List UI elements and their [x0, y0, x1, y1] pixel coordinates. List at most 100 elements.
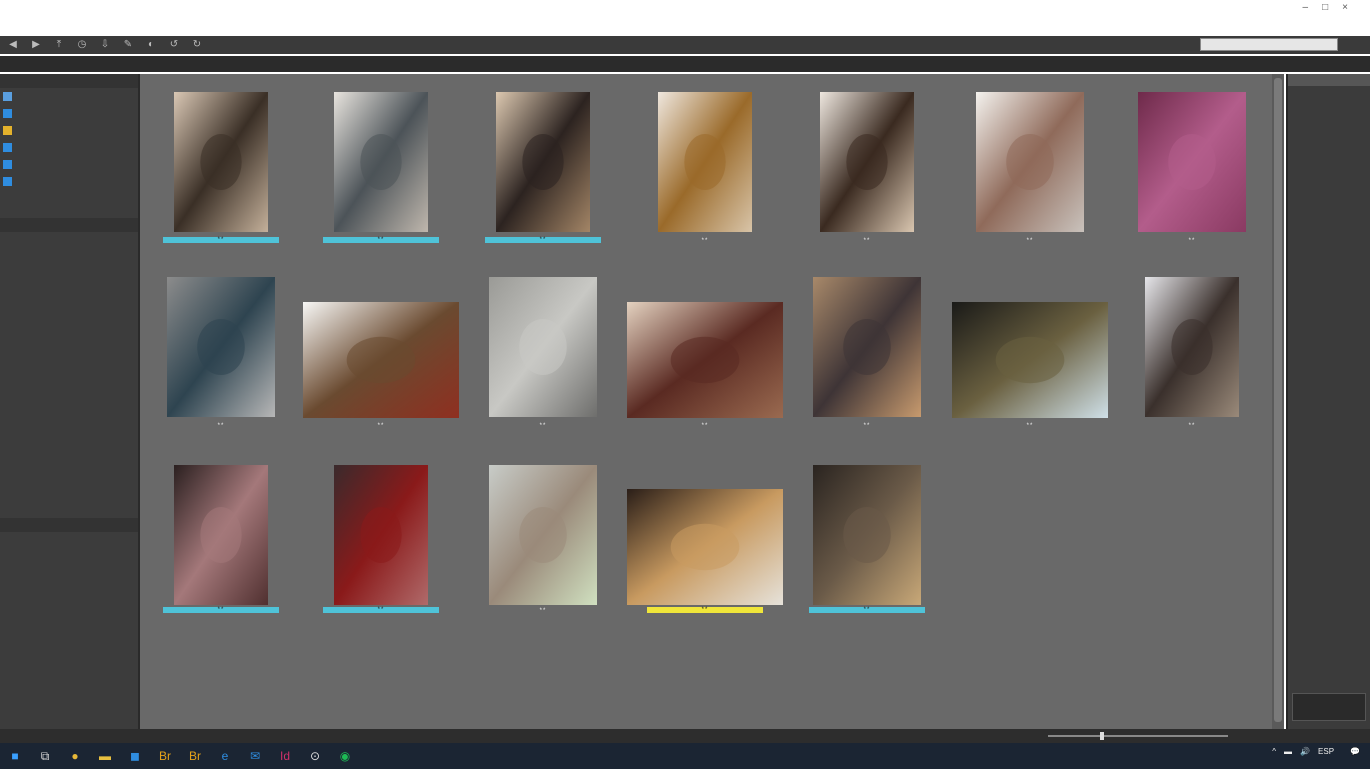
forward-icon[interactable]: ▶: [29, 39, 43, 51]
tray-item[interactable]: ^: [1272, 747, 1276, 756]
rating-stars[interactable]: **: [847, 423, 887, 429]
rating-stars[interactable]: **: [201, 237, 241, 243]
photo-thumbnail[interactable]: [813, 465, 921, 605]
photo-thumbnail[interactable]: [489, 277, 597, 417]
photo-thumbnail[interactable]: [658, 92, 752, 232]
path-bar: [0, 56, 1370, 72]
panel-tabs: [0, 74, 138, 88]
photo-thumbnail[interactable]: [1145, 277, 1239, 417]
content-scrollbar[interactable]: [1272, 74, 1284, 729]
rating-stars[interactable]: **: [685, 423, 725, 429]
folder-icon: [3, 92, 12, 101]
slider-knob[interactable]: [1100, 732, 1104, 740]
photo-thumbnail[interactable]: [334, 92, 428, 232]
file-explorer-icon[interactable]: ▬: [96, 748, 114, 764]
spotify-icon[interactable]: ◉: [336, 748, 354, 764]
chrome-icon[interactable]: ●: [66, 748, 84, 764]
rating-stars[interactable]: **: [201, 607, 241, 613]
rating-stars[interactable]: **: [685, 607, 725, 613]
thumbnail-size-slider[interactable]: [1048, 732, 1228, 740]
bridge-icon[interactable]: Br: [156, 748, 174, 764]
maximize-button[interactable]: □: [1322, 2, 1342, 13]
rotate-left-icon[interactable]: ↺: [167, 39, 181, 51]
close-button[interactable]: ×: [1342, 2, 1362, 13]
tray-item[interactable]: ▬: [1284, 747, 1292, 756]
folder-icon: [3, 109, 12, 118]
media-icon[interactable]: ⊙: [306, 748, 324, 764]
rating-stars[interactable]: **: [1010, 238, 1050, 244]
rating-stars[interactable]: **: [1172, 238, 1212, 244]
recent-icon[interactable]: ◷: [75, 39, 89, 51]
rating-stars[interactable]: **: [523, 237, 563, 243]
windows-start-icon[interactable]: ■: [6, 748, 24, 764]
mail-icon[interactable]: ✉: [246, 748, 264, 764]
favorite-item[interactable]: [0, 173, 138, 190]
photo-thumbnail[interactable]: [952, 302, 1108, 418]
indesign-icon[interactable]: Id: [276, 748, 294, 764]
rating-stars[interactable]: **: [361, 607, 401, 613]
rating-stars[interactable]: **: [361, 423, 401, 429]
folder-icon: [3, 126, 12, 135]
rating-stars[interactable]: **: [685, 238, 725, 244]
photo-thumbnail[interactable]: [167, 277, 275, 417]
rating-stars[interactable]: **: [847, 607, 887, 613]
photo-thumbnail[interactable]: [334, 465, 428, 605]
rating-stars[interactable]: **: [201, 423, 241, 429]
photo-thumbnail[interactable]: [976, 92, 1084, 232]
favorite-item[interactable]: [0, 88, 138, 105]
photo-thumbnail[interactable]: [174, 92, 268, 232]
tray-item[interactable]: ESP: [1318, 747, 1334, 756]
rating-stars[interactable]: **: [1010, 423, 1050, 429]
open-in-camera-raw-icon[interactable]: ◐: [144, 39, 158, 51]
photo-thumbnail[interactable]: [174, 465, 268, 605]
scrollbar-thumb[interactable]: [1274, 78, 1282, 722]
minimize-button[interactable]: –: [1303, 2, 1323, 13]
rotate-right-icon[interactable]: ↻: [190, 39, 204, 51]
preview-thumb: [1292, 693, 1366, 721]
window-title-bar: –□×: [0, 0, 1370, 14]
bridge-icon-2[interactable]: Br: [186, 748, 204, 764]
metadata-panel-heading: [1288, 74, 1370, 86]
task-view-icon[interactable]: ⧉: [36, 748, 54, 764]
folder-icon: [3, 177, 12, 186]
edge-icon[interactable]: e: [216, 748, 234, 764]
metadata-panel-text: [1288, 86, 1370, 92]
favorites-list: [0, 88, 138, 190]
photo-thumbnail[interactable]: [1138, 92, 1246, 232]
computer-icon: [3, 143, 12, 152]
favorite-item[interactable]: [0, 156, 138, 173]
left-panel: [0, 74, 140, 729]
rating-stars[interactable]: **: [847, 238, 887, 244]
folders-tab-strip: [0, 218, 138, 232]
favorite-item[interactable]: [0, 105, 138, 122]
store-icon[interactable]: ◼: [126, 748, 144, 764]
up-folder-icon[interactable]: ⤒: [52, 39, 66, 51]
rating-stars[interactable]: **: [1172, 423, 1212, 429]
rating-stars[interactable]: **: [523, 423, 563, 429]
tray-item[interactable]: 🔊: [1300, 747, 1310, 756]
photo-thumbnail[interactable]: [496, 92, 590, 232]
photo-thumbnail[interactable]: [489, 465, 597, 605]
rating-stars[interactable]: **: [523, 608, 563, 614]
photo-thumbnail[interactable]: [820, 92, 914, 232]
favorite-item[interactable]: [0, 139, 138, 156]
photo-thumbnail[interactable]: [813, 277, 921, 417]
window-controls[interactable]: –□×: [1303, 2, 1362, 13]
favorite-item[interactable]: [0, 122, 138, 139]
photo-thumbnail[interactable]: [627, 489, 783, 605]
toolbar: ◀ ▶ ⤒ ◷ ⇩ ✎ ◐ ↺ ↻: [0, 36, 1370, 54]
rating-stars[interactable]: **: [361, 237, 401, 243]
status-bar: [0, 729, 1370, 743]
menu-bar: [0, 14, 1370, 32]
refine-icon[interactable]: ✎: [121, 39, 135, 51]
tray-item[interactable]: 💬: [1350, 747, 1360, 756]
metadata-panel: [1286, 74, 1370, 729]
back-icon[interactable]: ◀: [6, 39, 20, 51]
content-panel: ** ** ** ** ** ** ** ** ** ** ** ** ** ** ** ** ** ** **: [140, 74, 1284, 729]
photo-thumbnail[interactable]: [627, 302, 783, 418]
system-tray: ^ ▬ 🔊 ESP 💬: [1272, 747, 1360, 756]
get-photos-icon[interactable]: ⇩: [98, 39, 112, 51]
taskbar: ■ ⧉ ● ▬ ◼ Br Br e ✉ Id ⊙ ◉ ^ ▬ 🔊 ESP 💬: [0, 743, 1370, 769]
search-input[interactable]: [1200, 38, 1338, 51]
photo-thumbnail[interactable]: [303, 302, 459, 418]
